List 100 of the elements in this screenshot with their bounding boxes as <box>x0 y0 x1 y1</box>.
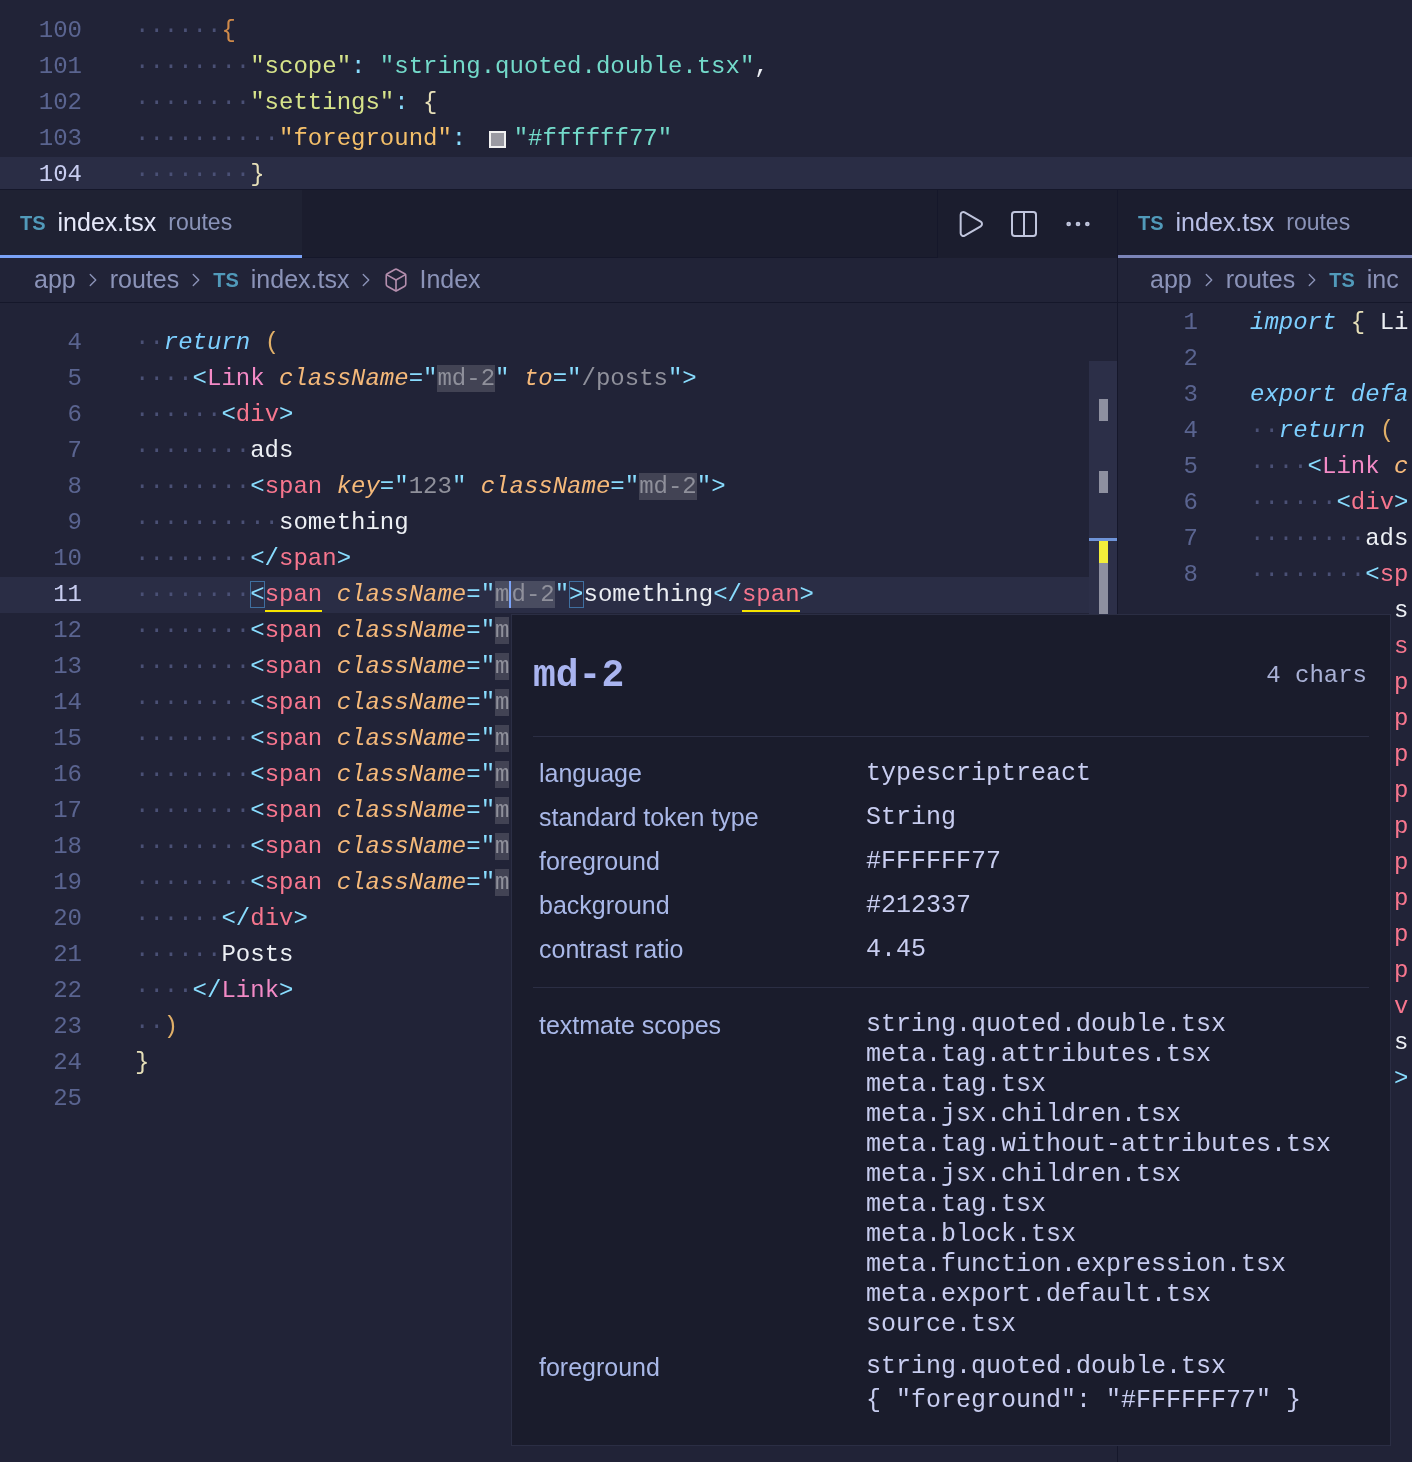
line-number: 11 <box>52 580 82 610</box>
scope-name: meta.function.expression.tsx <box>866 1250 1288 1280</box>
property-label: background <box>539 890 671 922</box>
code-text: p <box>1394 848 1410 878</box>
code-text: ······<div> <box>1250 488 1409 518</box>
code-text: > <box>1394 1064 1410 1094</box>
code-text: p <box>1394 920 1410 950</box>
scope-name: meta.tag.attributes.tsx <box>866 1040 1213 1070</box>
line-number: 2 <box>1182 344 1198 374</box>
rule-text: string.quoted.double.tsx <box>866 1351 1228 1383</box>
code-text: export defa <box>1250 380 1409 410</box>
code-text: ········"settings": { <box>135 88 438 118</box>
property-label: language <box>539 758 643 790</box>
editor-tab[interactable]: TS index.tsx routes <box>0 190 302 258</box>
line-number: 22 <box>52 976 82 1006</box>
line-number: 7 <box>1182 524 1198 554</box>
code-text: ········<span className="m <box>135 616 510 646</box>
line-number: 6 <box>1182 488 1198 518</box>
line-number: 7 <box>66 436 82 466</box>
code-text: ········<span className="m <box>135 832 510 862</box>
code-text: s <box>1394 596 1410 626</box>
line-number: 101 <box>37 52 82 82</box>
code-text: ········<span className="md-2">something</span> <box>135 577 814 613</box>
tab-description: routes <box>1286 208 1351 238</box>
code-text: ··return ( <box>135 328 280 358</box>
code-text: ········<span className="m <box>135 652 510 682</box>
scrollbar-track[interactable] <box>1089 361 1117 615</box>
line-number: 12 <box>52 616 82 646</box>
line-number: 24 <box>52 1048 82 1078</box>
code-text: ··return ( <box>1250 416 1395 446</box>
property-label: foreground <box>539 1352 661 1383</box>
code-text: p <box>1394 740 1410 770</box>
code-text: p <box>1394 668 1410 698</box>
code-text: ········ads <box>135 436 294 466</box>
code-text: ········</span> <box>135 544 352 574</box>
line-number: 103 <box>37 124 82 154</box>
code-text: ····</Link> <box>135 976 294 1006</box>
property-value: #212337 <box>866 890 972 923</box>
code-text: ··········"foreground": <box>135 124 468 154</box>
code-text: ······{ <box>135 16 236 46</box>
line-number: 1 <box>1182 308 1198 338</box>
line-number: 4 <box>1182 416 1198 446</box>
cube-icon <box>383 267 410 293</box>
property-label: contrast ratio <box>539 934 685 966</box>
property-label: foreground <box>539 846 661 878</box>
line-number: 23 <box>52 1012 82 1042</box>
split-editor-icon[interactable] <box>1008 208 1040 240</box>
line-number: 15 <box>52 724 82 754</box>
breadcrumb-item[interactable]: Index <box>419 261 481 299</box>
line-number: 16 <box>52 760 82 790</box>
code-text: s <box>1394 1028 1410 1058</box>
code-text: } <box>135 1048 150 1078</box>
code-text: ··) <box>135 1012 179 1042</box>
code-text: ········"scope": "string.quoted.double.tsx", <box>135 52 769 82</box>
code-text: ········ads <box>1250 524 1409 554</box>
code-text: ········<sp <box>1250 560 1409 590</box>
breadcrumb-item[interactable]: inc <box>1366 261 1399 299</box>
line-number: 3 <box>1182 380 1198 410</box>
code-text: ····<Link c <box>1250 452 1409 482</box>
code-text: p <box>1394 812 1410 842</box>
tab-description: routes <box>168 208 233 238</box>
line-number: 5 <box>1182 452 1198 482</box>
code-text: p <box>1394 776 1410 806</box>
line-number: 8 <box>66 472 82 502</box>
breadcrumb-item[interactable]: routes <box>1225 261 1296 299</box>
code-text: ········<span className="m <box>135 760 510 790</box>
scope-name: meta.export.default.tsx <box>866 1280 1213 1310</box>
line-number: 25 <box>52 1084 82 1114</box>
property-label: standard token type <box>539 802 760 834</box>
line-number: 6 <box>66 400 82 430</box>
breadcrumb-item[interactable]: app <box>1150 261 1192 299</box>
rule-text: { "foreground": "#FFFFFF77" } <box>866 1385 1302 1417</box>
code-text: ········<span className="m <box>135 724 510 754</box>
property-value: 4.45 <box>866 934 926 967</box>
breadcrumb-item[interactable]: routes <box>109 261 180 299</box>
breadcrumb-item[interactable]: app <box>34 261 76 299</box>
scope-name: source.tsx <box>866 1310 1018 1340</box>
line-number: 5 <box>66 364 82 394</box>
code-text: p <box>1394 956 1410 986</box>
property-label: textmate scopes <box>539 1010 723 1041</box>
code-text: v <box>1394 992 1410 1022</box>
line-number: 20 <box>52 904 82 934</box>
property-value: String <box>866 802 956 835</box>
code-text: ····<Link className="md-2" to="/posts"> <box>135 364 697 394</box>
line-number: 10 <box>52 544 82 574</box>
typescript-file-icon: TS <box>1138 207 1164 238</box>
code-text: ········<span className="m <box>135 868 510 898</box>
breadcrumb-item[interactable]: index.tsx <box>250 261 350 299</box>
typescript-file-icon: TS <box>1329 265 1355 295</box>
code-text: p <box>1394 884 1410 914</box>
property-value: #FFFFFF77 <box>866 846 1002 879</box>
code-text: ······Posts <box>135 940 294 970</box>
line-number: 17 <box>52 796 82 826</box>
line-number: 104 <box>37 160 82 189</box>
line-number: 8 <box>1182 560 1198 590</box>
code-text: ········<span key="123" className="md-2"> <box>135 472 726 502</box>
line-number: 102 <box>37 88 82 118</box>
property-value: typescriptreact <box>866 758 1092 791</box>
color-swatch-icon[interactable] <box>488 130 506 148</box>
code-text: ······<div> <box>135 400 294 430</box>
